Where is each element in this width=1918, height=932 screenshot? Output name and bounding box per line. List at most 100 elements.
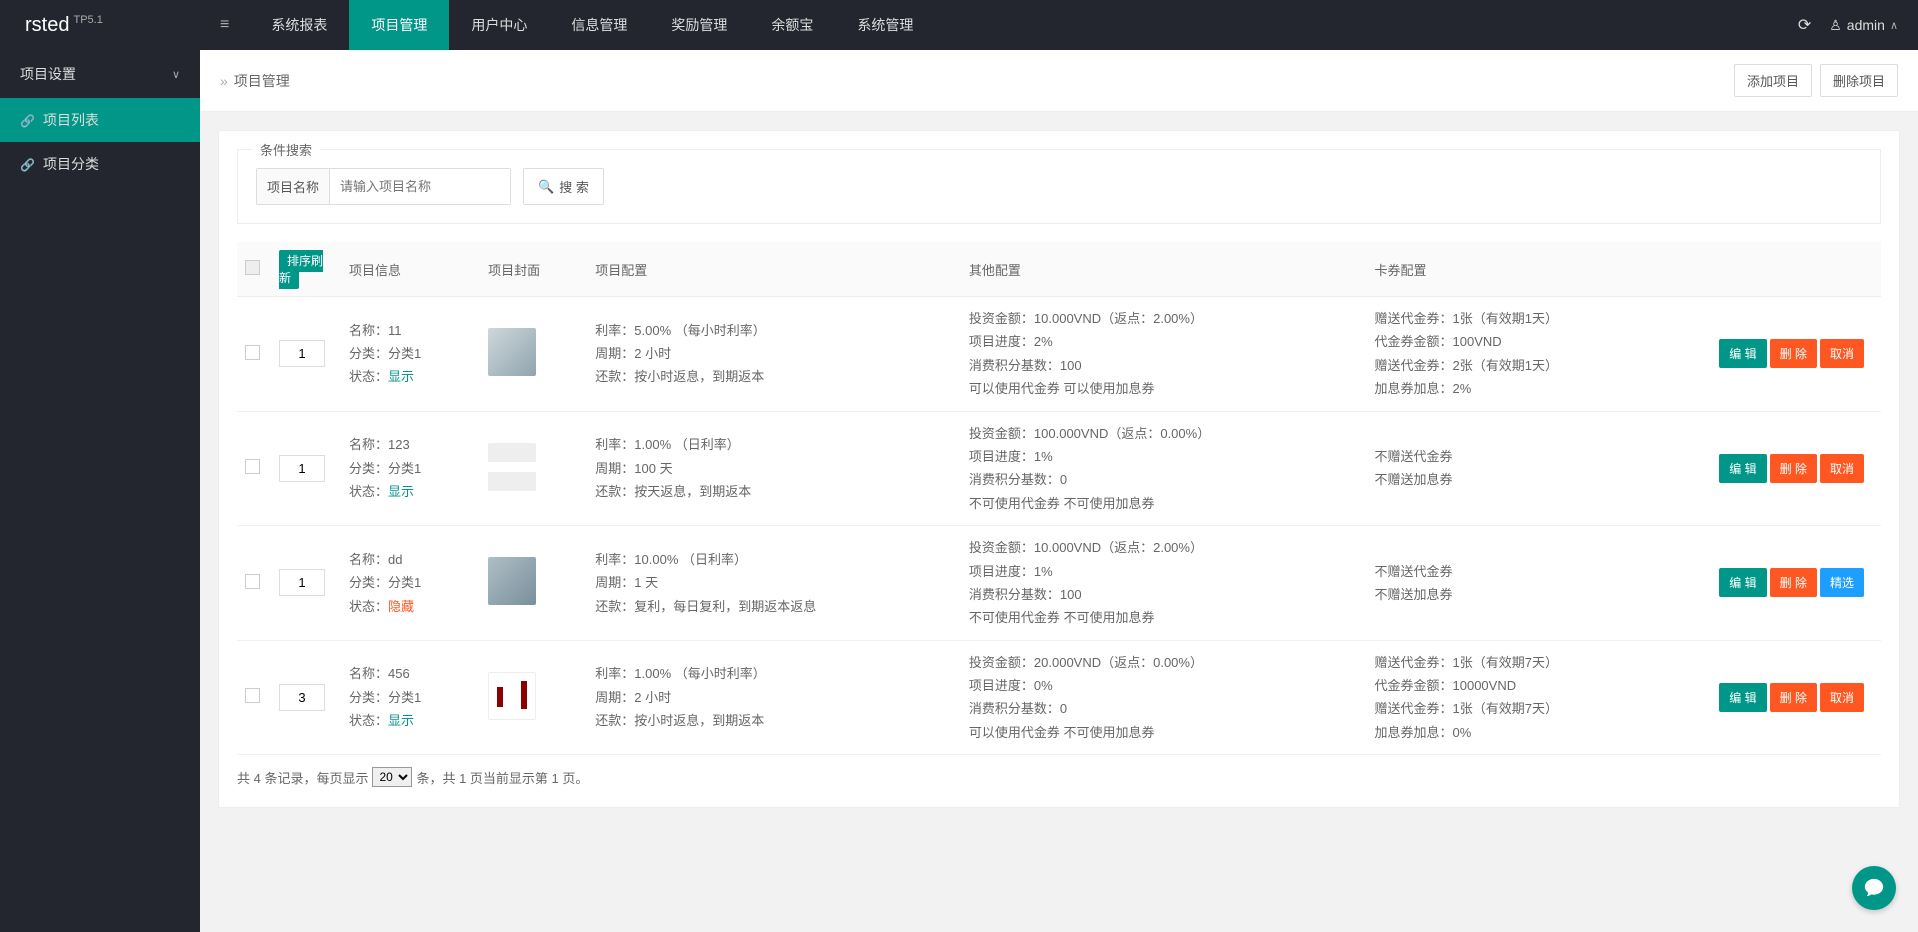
row-checkbox[interactable]	[245, 688, 260, 703]
project-info: 名称：dd分类：分类1状态：隐藏	[349, 548, 472, 618]
table-row: 名称：123分类：分类1状态：显示 利率：1.00% （日利率）周期：100 天还…	[237, 411, 1881, 526]
row-action-button[interactable]: 精选	[1820, 568, 1864, 597]
sort-input[interactable]	[279, 340, 325, 367]
project-name-label: 项目名称	[257, 169, 330, 204]
col-project-cover: 项目封面	[480, 242, 587, 297]
row-checkbox[interactable]	[245, 574, 260, 589]
project-name-input-group: 项目名称	[256, 168, 511, 205]
select-all-checkbox[interactable]	[245, 260, 260, 275]
project-config: 利率：1.00% （每小时利率）周期：2 小时还款：按小时返息，到期返本	[595, 662, 953, 732]
sidebar-toggle[interactable]: ≡	[200, 16, 249, 34]
chevron-up-icon: ∧	[1890, 19, 1898, 32]
sort-refresh-button[interactable]: 排序刷新	[279, 250, 323, 289]
project-name-input[interactable]	[330, 169, 510, 204]
top-nav-item[interactable]: 系统管理	[835, 0, 935, 50]
sidebar-group-project-settings[interactable]: 项目设置 ∨	[0, 50, 200, 98]
col-other-config: 其他配置	[961, 242, 1367, 297]
project-thumbnail	[488, 443, 536, 491]
menu-icon: ≡	[220, 16, 229, 33]
project-thumbnail	[488, 672, 536, 720]
row-action-button[interactable]: 编 辑	[1719, 339, 1766, 368]
sidebar-item-label: 项目列表	[43, 110, 99, 130]
delete-project-button[interactable]: 删除项目	[1820, 64, 1898, 97]
project-table: 排序刷新 项目信息 项目封面 项目配置 其他配置 卡券配置 名称：11分类：分类…	[237, 242, 1881, 755]
project-config: 利率：5.00% （每小时利率）周期：2 小时还款：按小时返息，到期返本	[595, 319, 953, 389]
sidebar-group-label: 项目设置	[20, 64, 76, 84]
header-right: ⟳ ♙ admin ∧	[1798, 15, 1918, 35]
refresh-icon[interactable]: ⟳	[1798, 15, 1811, 35]
sort-input[interactable]	[279, 684, 325, 711]
top-nav-item[interactable]: 信息管理	[549, 0, 649, 50]
table-row: 名称：dd分类：分类1状态：隐藏 利率：10.00% （日利率）周期：1 天还款：…	[237, 526, 1881, 641]
sidebar-item[interactable]: 项目分类	[0, 142, 200, 186]
search-icon: 🔍	[538, 179, 554, 195]
user-icon: ♙	[1829, 17, 1842, 34]
logo-main: rsted	[25, 14, 69, 37]
top-nav-item[interactable]: 用户中心	[449, 0, 549, 50]
breadcrumb-arrow-icon: »	[220, 73, 228, 89]
row-action-button[interactable]: 编 辑	[1719, 568, 1766, 597]
top-nav-item[interactable]: 余额宝	[749, 0, 835, 50]
other-config: 投资金额：100.000VND（返点：0.00%）项目进度：1%消费积分基数：0…	[969, 422, 1359, 516]
row-action-button[interactable]: 取消	[1820, 339, 1864, 368]
top-nav-item[interactable]: 奖励管理	[649, 0, 749, 50]
project-config: 利率：10.00% （日利率）周期：1 天还款：复利，每日复利，到期返本返息	[595, 548, 953, 618]
chat-icon	[1863, 877, 1885, 899]
row-action-button[interactable]: 取消	[1820, 454, 1864, 483]
project-config: 利率：1.00% （日利率）周期：100 天还款：按天返息，到期返本	[595, 433, 953, 503]
user-dropdown[interactable]: ♙ admin ∧	[1829, 17, 1898, 34]
card-config: 不赠送代金券不赠送加息券	[1375, 445, 1673, 492]
page-size-select[interactable]: 20	[372, 767, 412, 787]
search-legend: 条件搜索	[252, 140, 320, 159]
row-action-button[interactable]: 删 除	[1770, 339, 1817, 368]
table-row: 名称：456分类：分类1状态：显示 利率：1.00% （每小时利率）周期：2 小时…	[237, 640, 1881, 755]
pagination: 共 4 条记录，每页显示 20 条，共 1 页当前显示第 1 页。	[237, 767, 1881, 787]
col-project-config: 项目配置	[587, 242, 961, 297]
search-fieldset: 条件搜索 项目名称 🔍 搜 索	[237, 149, 1881, 224]
chevron-down-icon: ∨	[172, 68, 180, 81]
other-config: 投资金额：10.000VND（返点：2.00%）项目进度：1%消费积分基数：10…	[969, 536, 1359, 630]
link-icon	[20, 156, 35, 172]
row-action-button[interactable]: 删 除	[1770, 568, 1817, 597]
pager-mid: 条，共 1 页当前显示第 1 页。	[416, 768, 588, 787]
project-info: 名称：123分类：分类1状态：显示	[349, 433, 472, 503]
card-config: 赠送代金券：1张（有效期1天）代金券金额：100VND赠送代金券：2张（有效期1…	[1375, 307, 1673, 401]
row-checkbox[interactable]	[245, 459, 260, 474]
search-button-label: 搜 索	[559, 177, 589, 196]
content-card: 条件搜索 项目名称 🔍 搜 索	[218, 130, 1900, 808]
project-info: 名称：11分类：分类1状态：显示	[349, 319, 472, 389]
row-action-button[interactable]: 编 辑	[1719, 683, 1766, 712]
user-name: admin	[1847, 17, 1885, 33]
other-config: 投资金额：10.000VND（返点：2.00%）项目进度：2%消费积分基数：10…	[969, 307, 1359, 401]
sort-input[interactable]	[279, 455, 325, 482]
main-content: » 项目管理 添加项目 删除项目 条件搜索 项目名称 🔍 搜 索	[200, 50, 1918, 932]
chat-fab[interactable]	[1852, 866, 1896, 910]
header: rsted TP5.1 ≡ 系统报表项目管理用户中心信息管理奖励管理余额宝系统管…	[0, 0, 1918, 50]
sidebar-item[interactable]: 项目列表	[0, 98, 200, 142]
other-config: 投资金额：20.000VND（返点：0.00%）项目进度：0%消费积分基数：0可…	[969, 651, 1359, 745]
row-action-button[interactable]: 删 除	[1770, 454, 1817, 483]
row-checkbox[interactable]	[245, 345, 260, 360]
card-config: 不赠送代金券不赠送加息券	[1375, 560, 1673, 607]
sidebar: 项目设置 ∨ 项目列表项目分类	[0, 50, 200, 932]
logo: rsted TP5.1	[0, 14, 200, 37]
link-icon	[20, 112, 35, 128]
logo-version: TP5.1	[73, 14, 102, 26]
project-info: 名称：456分类：分类1状态：显示	[349, 662, 472, 732]
col-card-config: 卡券配置	[1367, 242, 1681, 297]
search-button[interactable]: 🔍 搜 索	[523, 168, 604, 205]
row-action-button[interactable]: 编 辑	[1719, 454, 1766, 483]
row-action-button[interactable]: 删 除	[1770, 683, 1817, 712]
top-nav-item[interactable]: 系统报表	[249, 0, 349, 50]
add-project-button[interactable]: 添加项目	[1734, 64, 1812, 97]
pager-pre: 共 4 条记录，每页显示	[237, 768, 368, 787]
card-config: 赠送代金券：1张（有效期7天）代金券金额：10000VND赠送代金券：1张（有效…	[1375, 651, 1673, 745]
sidebar-item-label: 项目分类	[43, 154, 99, 174]
row-action-button[interactable]: 取消	[1820, 683, 1864, 712]
breadcrumb-title: 项目管理	[234, 71, 290, 91]
col-project-info: 项目信息	[341, 242, 480, 297]
top-nav-item[interactable]: 项目管理	[349, 0, 449, 50]
breadcrumb-bar: » 项目管理 添加项目 删除项目	[200, 50, 1918, 112]
table-row: 名称：11分类：分类1状态：显示 利率：5.00% （每小时利率）周期：2 小时还…	[237, 297, 1881, 412]
sort-input[interactable]	[279, 569, 325, 596]
